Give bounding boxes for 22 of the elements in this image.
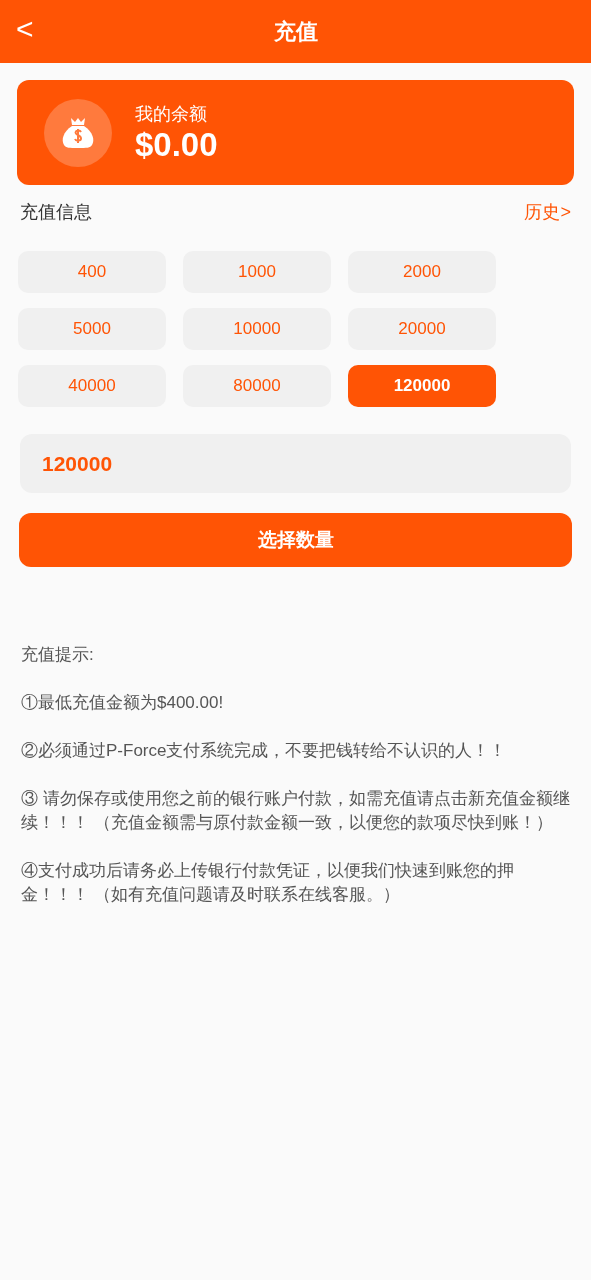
tip-text: 充值提示:: [21, 644, 95, 666]
amount-option[interactable]: 40000: [18, 365, 166, 407]
page-title: 充值: [273, 18, 318, 46]
tip-text: ④支付成功后请务必上传银行付款凭证，以便我们快速到账您的押金！！！ （如有充值问题请及时联系在线客服。）: [21, 860, 515, 906]
amount-option[interactable]: 80000: [183, 365, 331, 407]
amount-option[interactable]: 120000: [348, 365, 496, 407]
balance-label: 我的余额: [135, 102, 208, 126]
amount-option[interactable]: 5000: [18, 308, 166, 350]
amount-option[interactable]: 10000: [183, 308, 331, 350]
amount-option[interactable]: 1000: [183, 251, 331, 293]
tip-text: ①最低充值金额为$400.00!: [21, 692, 225, 714]
tip-text: ③ 请勿保存或使用您之前的银行账户付款，如需充值请点击新充值金额继续！！！ （充值金额需与原付款金额一致，以便您的款项尽快到账！）: [21, 788, 570, 834]
section-title: 充值信息: [20, 200, 92, 224]
history-link[interactable]: 历史>: [524, 198, 571, 226]
balance-amount: $0.00: [135, 125, 218, 164]
amount-option[interactable]: 400: [18, 251, 166, 293]
amount-field[interactable]: 120000: [20, 434, 571, 493]
submit-button[interactable]: 选择数量: [19, 513, 572, 567]
amount-option[interactable]: 20000: [348, 308, 496, 350]
amount-option[interactable]: 2000: [348, 251, 496, 293]
back-button[interactable]: <: [16, 14, 34, 44]
tip-text: ②必须通过P-Force支付系统完成，不要把钱转给不认识的人！！: [21, 740, 508, 762]
